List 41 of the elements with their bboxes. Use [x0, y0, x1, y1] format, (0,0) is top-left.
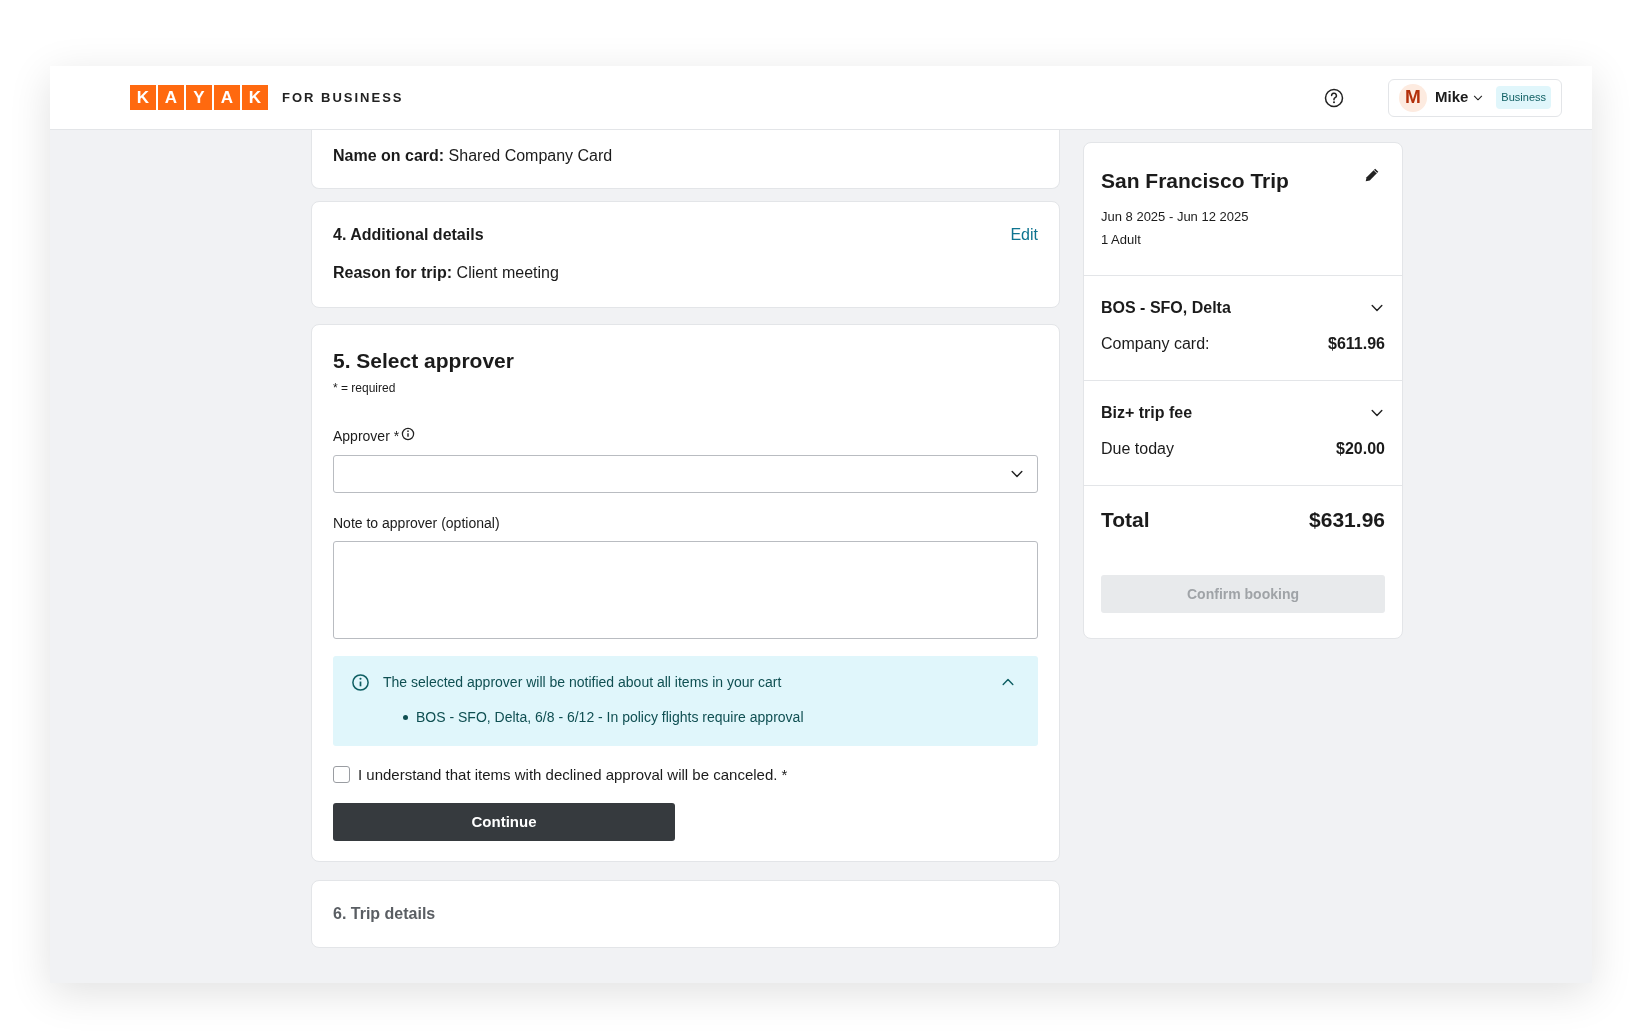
section-title: 5. Select approver	[333, 348, 515, 374]
field-label: Note to approver (optional)	[333, 513, 501, 533]
info-icon[interactable]	[401, 427, 416, 441]
info-banner-text: The selected approver will be notified about all items in your cart	[383, 672, 783, 692]
field-label: Approver *	[333, 426, 400, 446]
bullet-icon	[403, 714, 408, 720]
user-name: Mike	[1435, 87, 1469, 108]
item-amount: $20.00	[1336, 438, 1385, 459]
pencil-icon[interactable]	[1363, 166, 1381, 184]
logo-letter: A	[214, 85, 240, 110]
name-on-card-text: Name on card: Shared Company Card	[333, 146, 614, 166]
logo-letter: Y	[186, 85, 212, 110]
item-amount: $611.96	[1328, 333, 1385, 354]
user-menu-button[interactable]: M Mike Business	[1388, 78, 1562, 117]
edit-link[interactable]: Edit	[1010, 223, 1038, 247]
checkbox-label: I understand that items with declined approval will be canceled. *	[358, 764, 788, 785]
trip-dates: Jun 8 2025 - Jun 12 2025	[1101, 207, 1250, 226]
item-label: Company card:	[1101, 333, 1210, 354]
business-badge: Business	[1496, 86, 1551, 109]
logo-letter: K	[130, 85, 156, 110]
logo-tagline: FOR BUSINESS	[282, 88, 404, 107]
detail-text: Reason for trip: Client meeting	[333, 263, 560, 283]
continue-button[interactable]: Continue	[333, 803, 675, 841]
section-title: 6. Trip details	[333, 904, 437, 924]
info-icon	[351, 672, 370, 692]
logo-letter: A	[158, 85, 184, 110]
item-title: BOS - SFO, Delta	[1101, 297, 1231, 318]
checkbox[interactable]	[333, 766, 350, 784]
list-item-text: BOS - SFO, Delta, 6/8 - 6/12 - In policy flights require approval	[416, 707, 804, 727]
item-label: Due today	[1101, 438, 1174, 459]
section-title: 4. Additional details	[333, 225, 484, 245]
traveler-count: 1 Adult	[1101, 231, 1142, 249]
avatar: M	[1399, 83, 1427, 112]
required-note: * = required	[333, 379, 397, 397]
total-label: Total	[1101, 506, 1150, 533]
trip-title: San Francisco Trip	[1101, 168, 1289, 194]
item-title: Biz+ trip fee	[1101, 402, 1193, 423]
total-amount: $631.96	[1309, 506, 1385, 533]
section-card[interactable]: 6. Trip details	[311, 880, 1060, 948]
help-icon[interactable]	[1324, 87, 1344, 108]
logo-letter: K	[242, 85, 268, 110]
